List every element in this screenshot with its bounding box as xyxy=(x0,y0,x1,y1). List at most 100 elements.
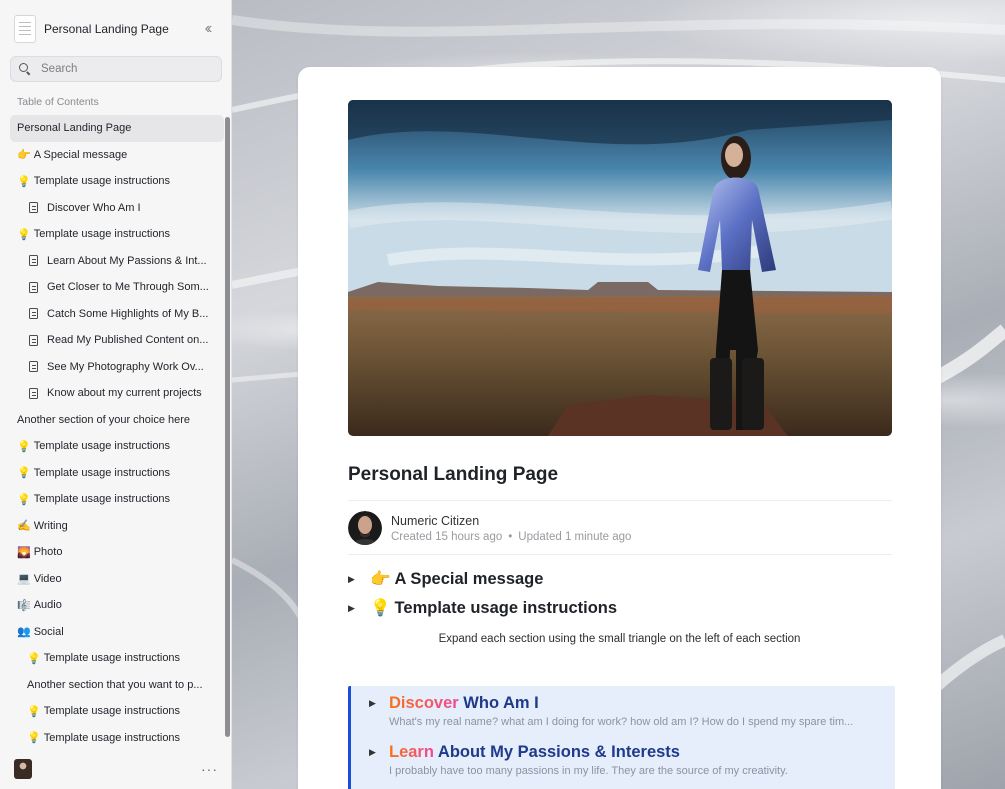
toc-item-label: Video xyxy=(33,572,62,585)
toc-item[interactable]: Know about my current projects xyxy=(10,380,224,407)
emoji-icon: 💡 xyxy=(17,493,31,506)
search-input[interactable] xyxy=(41,63,211,75)
toc-item-label: Template usage instructions xyxy=(33,493,171,506)
toc-item[interactable]: Discover Who Am I xyxy=(10,195,224,222)
toc-item-label: Get Closer to Me Through Som... xyxy=(47,281,209,294)
search-icon xyxy=(19,63,31,75)
search-box[interactable] xyxy=(10,56,222,82)
page-title: Personal Landing Page xyxy=(348,464,559,485)
emoji-icon: 🎼 xyxy=(17,599,31,612)
toc-item[interactable]: Personal Landing Page xyxy=(10,115,224,142)
updated-time: Updated 1 minute ago xyxy=(518,530,632,543)
toc-item-label: Know about my current projects xyxy=(47,387,202,400)
callout-title: About My Passions & Interests xyxy=(433,743,680,761)
chevrons-left-icon[interactable]: ‹‹ xyxy=(197,20,217,38)
cover-image xyxy=(348,100,892,436)
toggle-triangle-icon[interactable]: ▶ xyxy=(369,698,389,709)
toggle-template-instructions[interactable]: ▶ 💡 Template usage instructions xyxy=(348,599,617,618)
created-time: Created 15 hours ago xyxy=(391,530,503,543)
callout-title: Who Am I xyxy=(458,694,539,712)
callout-accent: Learn xyxy=(389,743,434,761)
page-icon xyxy=(29,255,38,267)
toc-item[interactable]: 💡 Template usage instructions xyxy=(10,725,224,752)
toc-item[interactable]: 💡 Template usage instructions xyxy=(10,460,224,487)
toc-item[interactable]: ✍️ Writing xyxy=(10,513,224,540)
toc-item-label: Template usage instructions xyxy=(43,705,181,718)
toc-item-label: Template usage instructions xyxy=(33,228,171,241)
callout-subtitle: I probably have too many passions in my … xyxy=(389,765,788,777)
pointing-hand-icon: 👉 xyxy=(370,570,391,588)
author-name[interactable]: Numeric Citizen xyxy=(391,514,631,528)
toc-item-label: Another section that you want to p... xyxy=(27,678,203,691)
toc-item-label: Social xyxy=(33,625,64,638)
emoji-icon: 💡 xyxy=(27,732,41,745)
toc-label: Table of Contents xyxy=(17,96,99,108)
toggle-special-message[interactable]: ▶ 👉 A Special message xyxy=(348,570,543,589)
page-icon xyxy=(29,387,38,399)
toc-item-label: Photo xyxy=(33,546,63,559)
toc-item[interactable]: Read My Published Content on... xyxy=(10,327,224,354)
toggle-title: A Special message xyxy=(394,570,544,588)
ellipsis-icon[interactable]: ··· xyxy=(201,761,218,777)
toc-item-label: Another section of your choice here xyxy=(17,413,191,426)
toc-item-label: Read My Published Content on... xyxy=(47,334,209,347)
sidebar-scrollbar[interactable] xyxy=(225,117,230,737)
toc-item[interactable]: 💡 Template usage instructions xyxy=(10,221,224,248)
toc-item[interactable]: Another section that you want to p... xyxy=(10,672,224,699)
emoji-icon: 👉 xyxy=(17,149,31,162)
emoji-icon: 💡 xyxy=(17,440,31,453)
toc-item-label: Template usage instructions xyxy=(33,440,171,453)
emoji-icon: ✍️ xyxy=(17,520,31,533)
toc-item[interactable]: Learn About My Passions & Int... xyxy=(10,248,224,275)
toc-item[interactable]: 👉 A Special message xyxy=(10,142,224,169)
toc-item[interactable]: Another section of your choice here xyxy=(10,407,224,434)
toc-item-label: Writing xyxy=(33,519,68,532)
toc-item-label: Template usage instructions xyxy=(43,652,181,665)
meta-separator: • xyxy=(508,530,513,543)
toc-item-label: See My Photography Work Ov... xyxy=(47,360,204,373)
toggle-title: Template usage instructions xyxy=(394,599,618,617)
toc-item[interactable]: 🎼 Audio xyxy=(10,592,224,619)
emoji-icon: 💡 xyxy=(17,228,31,241)
toc-item[interactable]: 💡 Template usage instructions xyxy=(10,433,224,460)
toc-item[interactable]: 💡 Template usage instructions xyxy=(10,486,224,513)
toc-item[interactable]: 🌄 Photo xyxy=(10,539,224,566)
callout-item-learn[interactable]: ▶ Learn About My Passions & Interests I … xyxy=(369,743,885,777)
toc-item-label: A Special message xyxy=(33,148,128,161)
toc-item-label: Template usage instructions xyxy=(33,466,171,479)
callout-item-discover[interactable]: ▶ Discover Who Am I What's my real name?… xyxy=(369,694,885,728)
divider xyxy=(348,500,892,501)
callout-block: ▶ Discover Who Am I What's my real name?… xyxy=(348,686,895,789)
toc-item[interactable]: Get Closer to Me Through Som... xyxy=(10,274,224,301)
page-icon xyxy=(29,361,38,373)
page-icon xyxy=(29,334,38,346)
author-avatar[interactable] xyxy=(348,511,382,545)
callout-subtitle: What's my real name? what am I doing for… xyxy=(389,716,854,728)
toc-item[interactable]: 💡 Template usage instructions xyxy=(10,645,224,672)
toc-item[interactable]: 💡 Template usage instructions xyxy=(10,168,224,195)
user-avatar[interactable] xyxy=(14,759,32,779)
toggle-triangle-icon[interactable]: ▶ xyxy=(348,603,370,614)
sidebar: Personal Landing Page ‹‹ Table of Conten… xyxy=(0,0,232,789)
emoji-icon: 💡 xyxy=(17,175,31,188)
toc-item[interactable]: 👥 Social xyxy=(10,619,224,646)
toc-item-label: Audio xyxy=(33,599,62,612)
emoji-icon: 💡 xyxy=(17,467,31,480)
toc-item-label: Personal Landing Page xyxy=(17,122,132,135)
toggle-triangle-icon[interactable]: ▶ xyxy=(369,747,389,758)
page-icon xyxy=(29,308,38,320)
toc-item[interactable]: 💡 Template usage instructions xyxy=(10,698,224,725)
emoji-icon: 💡 xyxy=(27,705,41,718)
table-of-contents: Personal Landing Page 👉 A Special message 💡… xyxy=(10,115,224,751)
instructions-text: Expand each section using the small tria… xyxy=(438,633,801,645)
callout-accent: Discover xyxy=(389,694,459,712)
toc-item-label: Learn About My Passions & Int... xyxy=(47,254,207,267)
sidebar-header: Personal Landing Page ‹‹ xyxy=(14,14,217,44)
toggle-triangle-icon[interactable]: ▶ xyxy=(348,574,370,585)
toc-item[interactable]: Catch Some Highlights of My B... xyxy=(10,301,224,328)
toc-item[interactable]: See My Photography Work Ov... xyxy=(10,354,224,381)
emoji-icon: 🌄 xyxy=(17,546,31,559)
page-icon xyxy=(29,281,38,293)
emoji-icon: 👥 xyxy=(17,626,31,639)
toc-item[interactable]: 💻 Video xyxy=(10,566,224,593)
